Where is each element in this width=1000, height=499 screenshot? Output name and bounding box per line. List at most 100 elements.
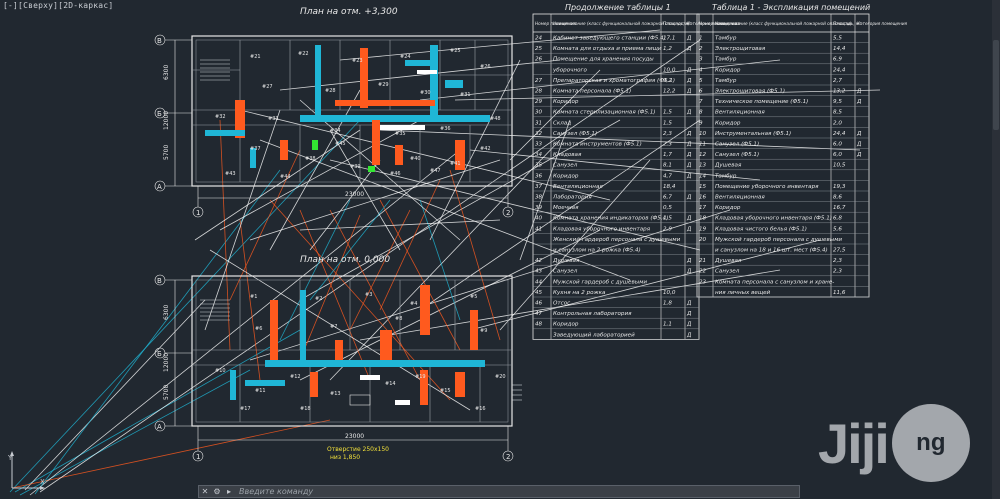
command-input[interactable] [235,486,799,497]
table-cell: 2,3 [663,142,672,148]
table-cell: Мужской гардероб персонала с душевыми [715,237,842,243]
table-cell: 37 [535,184,543,190]
table-cell: 26 [535,57,543,63]
table-cell: 45 [535,290,543,296]
table-cell: 7 [699,99,703,105]
table-cell: 9,5 [833,99,842,105]
room-number: #36 [440,126,451,132]
table-cell: 5,6 [833,226,842,232]
lower-axis-letter: Б [157,350,162,358]
table-header-cell: Наименование (класс функциональной пожар… [715,21,852,26]
table-cell: 16 [699,195,707,201]
table-cell: 8 [699,110,703,116]
room-number: #21 [250,54,261,60]
table-cell: 13,2 [833,89,846,95]
room-number: #5 [470,294,477,300]
table-cell: 15 [699,184,707,190]
table-cell: 23 [699,279,707,285]
table-cell: 14 [699,173,707,179]
room-number: #27 [262,84,273,90]
room-number: #43 [225,171,236,177]
ducts-upper [205,45,490,172]
table-cell: 6,9 [833,57,842,63]
table-cell: 40 [535,216,543,222]
table-cell: Д [686,89,692,95]
lower-dim: 6300 [163,305,170,320]
svg-text:Y: Y [7,454,13,462]
table-cell: 10,0 [663,290,676,296]
table-cell: 16,7 [833,205,846,211]
table-cell: 27,5 [833,248,846,254]
table-cell: 6,8 [833,216,842,222]
room-number: #39 [350,164,361,170]
table-cell: 11 [699,142,706,148]
table-cell: 14,4 [833,46,846,52]
room-number: #6 [255,326,262,332]
table-cell: Кладовая [553,152,582,158]
room-number: #35 [395,131,406,137]
room-number: #32 [215,114,226,120]
table-cell: Кладовая чистого белья (Ф5.1) [715,226,807,232]
lower-overall-dim: 23000 [345,433,364,440]
table-cell: Кабинет заведующего станции (Ф5.4) [553,36,666,42]
table-cell: 21 [699,258,706,264]
upper-axis-number: 2 [506,209,510,217]
scroll-thumb[interactable] [993,40,999,130]
room-number: #18 [300,406,311,412]
table-cell: 17 [699,205,707,211]
table-cell: Д [686,163,692,169]
table-cell: Вентиляционная [553,184,603,190]
table-cell: Коридор [715,120,741,126]
room-number: #4 [410,301,417,307]
upper-axis-number: 1 [196,209,200,217]
watermark-text: Jiji [818,411,890,475]
table-cell: 38 [535,195,543,201]
lower-note-opening: Отверстие 250х150 [327,446,389,453]
table-cell: Кладовая уборочного инвентаря [553,226,651,232]
chevron-up-icon[interactable]: ▸ [223,486,235,497]
table-cell: 1,2 [663,46,672,52]
table-cell: Д [686,173,692,179]
lower-axis-number: 1 [196,453,200,461]
scrollbar[interactable] [992,0,1000,499]
table-cell: 17,1 [663,36,675,42]
room-number: #26 [480,64,491,70]
table-cell: 31 [535,120,542,126]
upper-plan-title: План на отм. +3,300 [300,7,398,17]
table-cell: Склад [553,120,571,126]
table-cell: Д [686,36,692,42]
table-header-cell: Категория помещения [857,21,908,26]
room-number: #7 [330,324,337,330]
room-number: #2 [315,296,322,302]
table-cell: Д [686,311,692,317]
room-number: #22 [298,51,309,57]
table-cell: Д [686,216,692,222]
table-cell: Д [686,152,692,158]
table-cell: 10,0 [663,67,676,73]
table-cell: Д [686,67,692,73]
table-cell: 35 [535,163,543,169]
table-cell: 2,0 [833,120,842,126]
room-number: #38 [305,156,316,162]
lower-axis-number: 2 [506,453,510,461]
wrench-icon[interactable]: ⚙ [211,486,223,497]
table-cell: 1 [699,36,703,42]
table-cell: Д [686,110,692,116]
table-cell: 19,3 [833,184,846,190]
room-number: #29 [378,82,389,88]
room-number: #11 [255,388,266,394]
room-number: #23 [352,58,363,64]
room-number: #3 [365,292,372,298]
table-cell: 48 [535,322,543,328]
room-number: #48 [490,116,501,122]
table-cell: Душевая [714,163,742,169]
close-icon[interactable]: ✕ [199,486,211,497]
room-number: #45 [335,141,346,147]
table-cell: 3 [699,57,703,63]
table-cell: Д [686,142,692,148]
lower-plan-title: План на отм. 0,000 [300,255,390,265]
table-cell: Д [686,78,692,84]
table-cell: 1,5 [663,216,672,222]
room-number: #30 [420,90,431,96]
table-cell: Помещение уборочного инвентаря [715,184,819,190]
